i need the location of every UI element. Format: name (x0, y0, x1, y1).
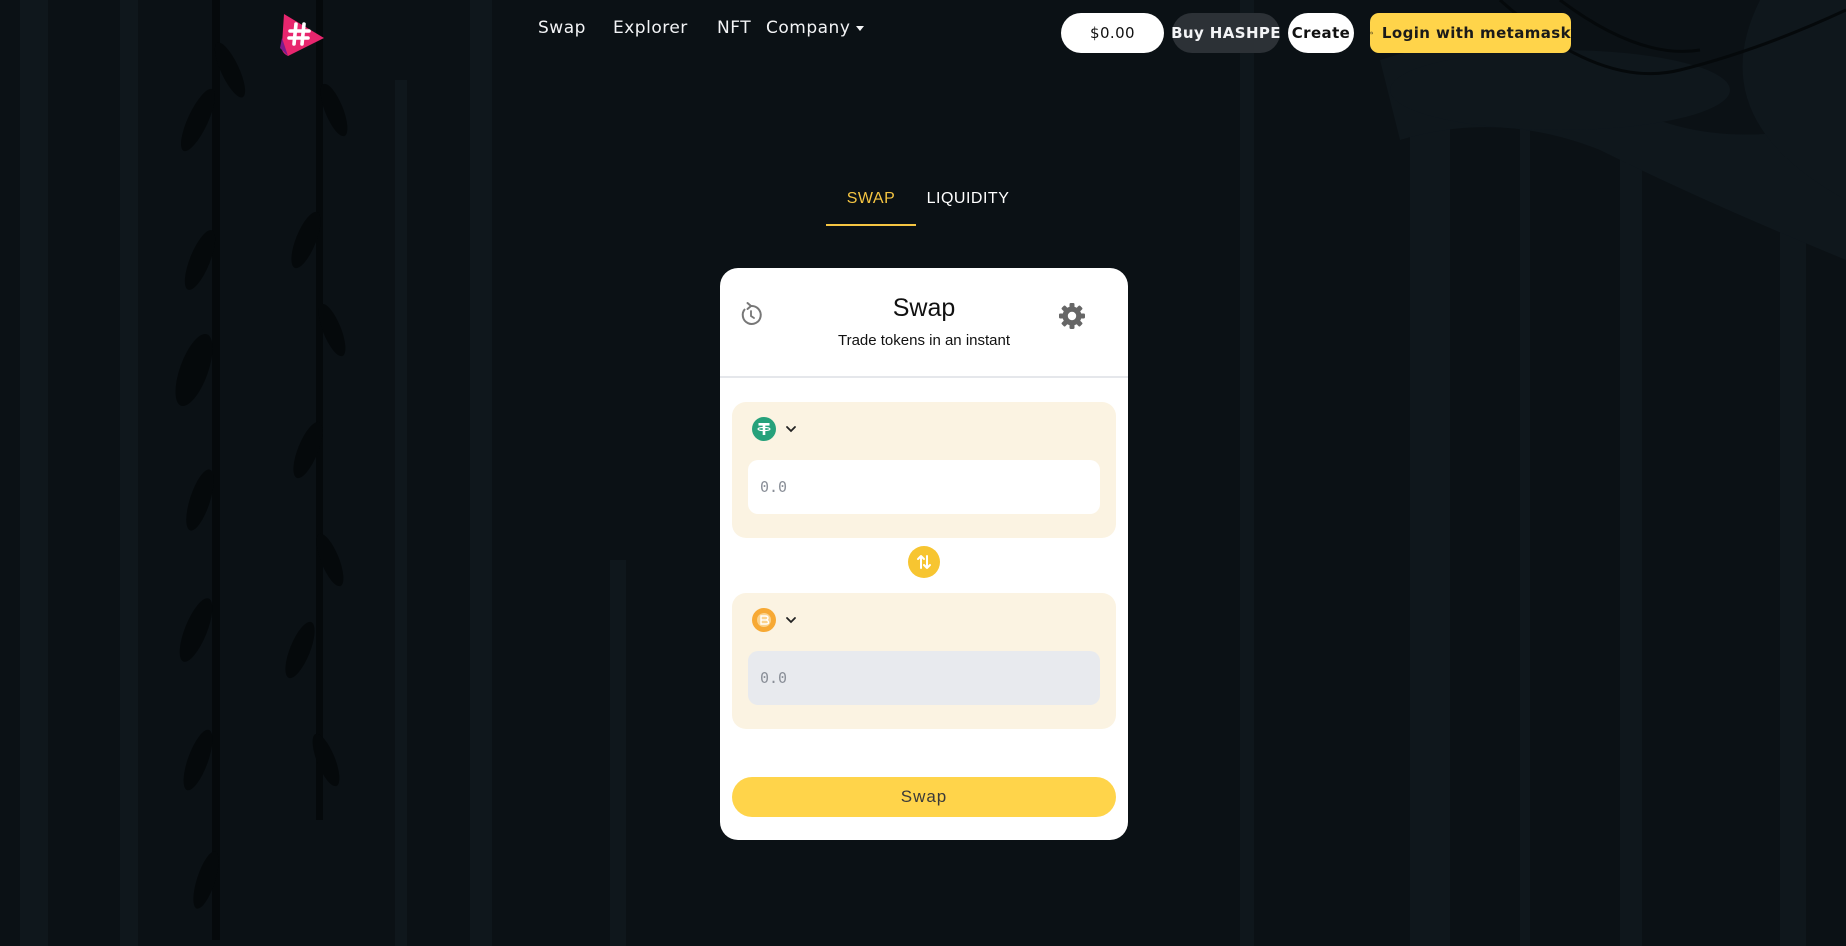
tab-swap[interactable]: SWAP (826, 190, 916, 208)
nav-company-dropdown[interactable]: Company (766, 18, 865, 38)
tether-icon (752, 417, 776, 441)
swap-card: Swap Trade tokens in an instant 0.0 0.0 … (720, 268, 1128, 840)
login-metamask-button[interactable]: Login with metamask (1370, 13, 1571, 53)
from-token-selector[interactable] (752, 416, 798, 442)
coin-icon (752, 608, 776, 632)
page: Swap Explorer NFT Company $0.00 Buy HASH… (0, 0, 1846, 946)
swap-arrows-icon (917, 555, 931, 569)
switch-direction-button[interactable] (908, 546, 940, 578)
active-tab-indicator (826, 224, 916, 226)
login-label: Login with metamask (1381, 24, 1571, 42)
swap-button[interactable]: Swap (732, 777, 1116, 817)
to-token-selector[interactable] (752, 607, 798, 633)
chevron-down-icon (786, 426, 796, 433)
nav-company-label: Company (766, 18, 851, 38)
buy-hashpe-button[interactable]: Buy HASHPE (1171, 13, 1281, 53)
to-token-panel (732, 593, 1116, 729)
wallet-icon (1370, 31, 1373, 35)
swap-card-header: Swap Trade tokens in an instant (720, 268, 1128, 378)
nav-explorer[interactable]: Explorer (613, 18, 688, 38)
create-button[interactable]: Create (1288, 13, 1354, 53)
nav-nft[interactable]: NFT (717, 18, 751, 38)
caret-down-icon (856, 25, 865, 31)
gear-icon[interactable] (1056, 300, 1088, 332)
balance-button[interactable]: $0.00 (1061, 13, 1164, 53)
brand-logo[interactable] (276, 8, 328, 60)
nav-swap[interactable]: Swap (538, 18, 586, 38)
from-token-panel (732, 402, 1116, 538)
chevron-down-icon (786, 617, 796, 624)
card-subtitle: Trade tokens in an instant (837, 332, 1011, 349)
to-amount-input[interactable] (748, 651, 1100, 705)
tab-liquidity[interactable]: LIQUIDITY (925, 190, 1011, 208)
from-amount-input[interactable] (748, 460, 1100, 514)
